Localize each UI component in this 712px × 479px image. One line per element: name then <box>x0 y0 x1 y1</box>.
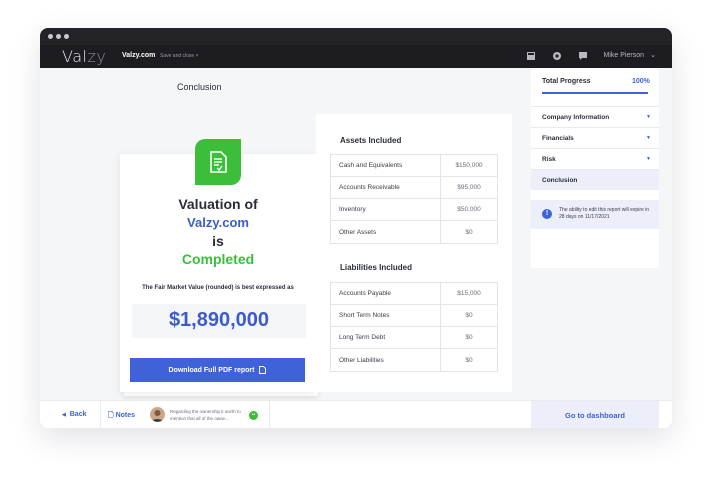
liability-name: Other Liabilities <box>331 349 441 371</box>
valuation-card <box>120 154 316 392</box>
top-bar: Valzy Valzy.com Save and close × Mike Pi… <box>40 45 672 68</box>
logo[interactable]: Valzy <box>62 47 106 66</box>
note-preview[interactable]: Regarding the ownership it worth to ment… <box>170 408 250 422</box>
document-check-icon <box>195 139 241 185</box>
liability-name: Long Term Debt <box>331 327 441 348</box>
asset-value: $150,000 <box>455 162 483 169</box>
table-row: Short Term Notes $0 <box>331 305 497 327</box>
fmv-description: The Fair Market Value (rounded) is best … <box>142 285 294 291</box>
asset-name: Inventory <box>331 199 441 220</box>
back-label: Back <box>69 411 87 418</box>
triangle-down-icon: ▼ <box>646 135 651 141</box>
asset-value: $0 <box>465 228 473 236</box>
file-icon <box>259 366 267 374</box>
assets-table: Cash and Equivalents $150,000 Accounts Re… <box>330 154 498 244</box>
sidebar-item-company-information[interactable]: Company Information ▼ <box>531 106 659 127</box>
divider <box>269 401 270 428</box>
valuation-company: Valzy.com <box>187 215 249 230</box>
sidebar-item-label: Company Information <box>542 114 610 121</box>
table-row: Inventory $50,000 <box>331 199 497 221</box>
download-label: Download Full PDF report <box>168 366 255 374</box>
bottom-bar: ◀ Back 🗋 Notes Regarding the ownership i… <box>40 400 672 428</box>
liabilities-title: Liabilities Included <box>340 263 413 272</box>
window-dot[interactable] <box>64 34 69 39</box>
window-dot[interactable] <box>48 34 53 39</box>
triangle-down-icon: ▼ <box>646 156 651 162</box>
table-row: Accounts Receivable $95,000 <box>331 177 497 199</box>
liability-value: $15,000 <box>457 290 481 297</box>
progress-bar <box>542 92 648 94</box>
expiry-notice-text: The ability to edit this report will exp… <box>559 207 650 220</box>
liability-value: $0 <box>465 312 473 319</box>
logo-main: Val <box>62 47 88 66</box>
sidebar-item-conclusion[interactable]: Conclusion <box>531 169 659 190</box>
liability-name: Accounts Payable <box>331 283 441 304</box>
chevron-down-icon[interactable]: ⌄ <box>650 51 656 59</box>
table-row: Cash and Equivalents $150,000 <box>331 155 497 177</box>
asset-name: Accounts Receivable <box>331 177 441 198</box>
valuation-is: is <box>212 233 224 249</box>
go-to-dashboard-button[interactable]: Go to dashboard <box>531 401 659 428</box>
download-pdf-button[interactable]: Download Full PDF report <box>130 358 305 382</box>
progress-value: 100% <box>632 78 650 85</box>
user-name[interactable]: Mike Pierson <box>604 52 644 59</box>
notes-button[interactable]: 🗋 Notes <box>108 411 135 422</box>
asset-name: Other Assets <box>331 221 441 243</box>
asset-name: Cash and Equivalents <box>331 155 441 176</box>
table-row: Long Term Debt $0 <box>331 327 497 349</box>
support-icon[interactable] <box>552 51 562 61</box>
notes-label: Notes <box>115 412 136 419</box>
sidebar-item-label: Risk <box>542 156 556 163</box>
more-icon[interactable]: •• <box>249 411 258 420</box>
table-row: Other Liabilities $0 <box>331 349 497 371</box>
liability-value: $0 <box>465 356 473 364</box>
back-button[interactable]: ◀ Back <box>62 411 86 418</box>
chat-icon[interactable] <box>578 51 588 61</box>
window-dot[interactable] <box>56 34 61 39</box>
main-content: Conclusion Valuation of Valzy.com is Com… <box>40 68 672 428</box>
save-close-button[interactable]: Save and close × <box>160 53 199 59</box>
progress-label: Total Progress <box>542 78 591 85</box>
liability-name: Short Term Notes <box>331 305 441 326</box>
back-arrow-icon: ◀ <box>62 412 66 418</box>
app-window: Valzy Valzy.com Save and close × Mike Pi… <box>40 28 672 428</box>
assets-title: Assets Included <box>340 136 402 145</box>
liabilities-table: Accounts Payable $15,000 Short Term Notes… <box>330 282 498 372</box>
sidebar-item-label: Financials <box>542 135 574 142</box>
triangle-down-icon: ▼ <box>646 114 651 120</box>
valuation-title: Valuation of <box>178 196 258 212</box>
logo-accent: zy <box>87 47 107 66</box>
avatar <box>150 407 165 422</box>
sidebar-item-label: Conclusion <box>542 177 578 184</box>
asset-value: $50,000 <box>457 206 481 213</box>
calculator-icon[interactable] <box>526 51 536 61</box>
valuation-amount: $1,890,000 <box>168 309 270 331</box>
liability-value: $0 <box>465 334 473 341</box>
divider <box>100 401 101 428</box>
sidebar-item-financials[interactable]: Financials ▼ <box>531 127 659 148</box>
site-name: Valzy.com <box>122 52 156 59</box>
section-label: Conclusion <box>177 82 222 92</box>
valuation-status: Completed <box>181 251 255 267</box>
sidebar-item-risk[interactable]: Risk ▼ <box>531 148 659 169</box>
table-row: Other Assets $0 <box>331 221 497 243</box>
asset-value: $95,000 <box>457 184 481 191</box>
table-row: Accounts Payable $15,000 <box>331 283 497 305</box>
file-icon: 🗋 <box>108 412 114 419</box>
info-icon: ! <box>542 209 552 219</box>
window-chrome <box>40 28 672 45</box>
